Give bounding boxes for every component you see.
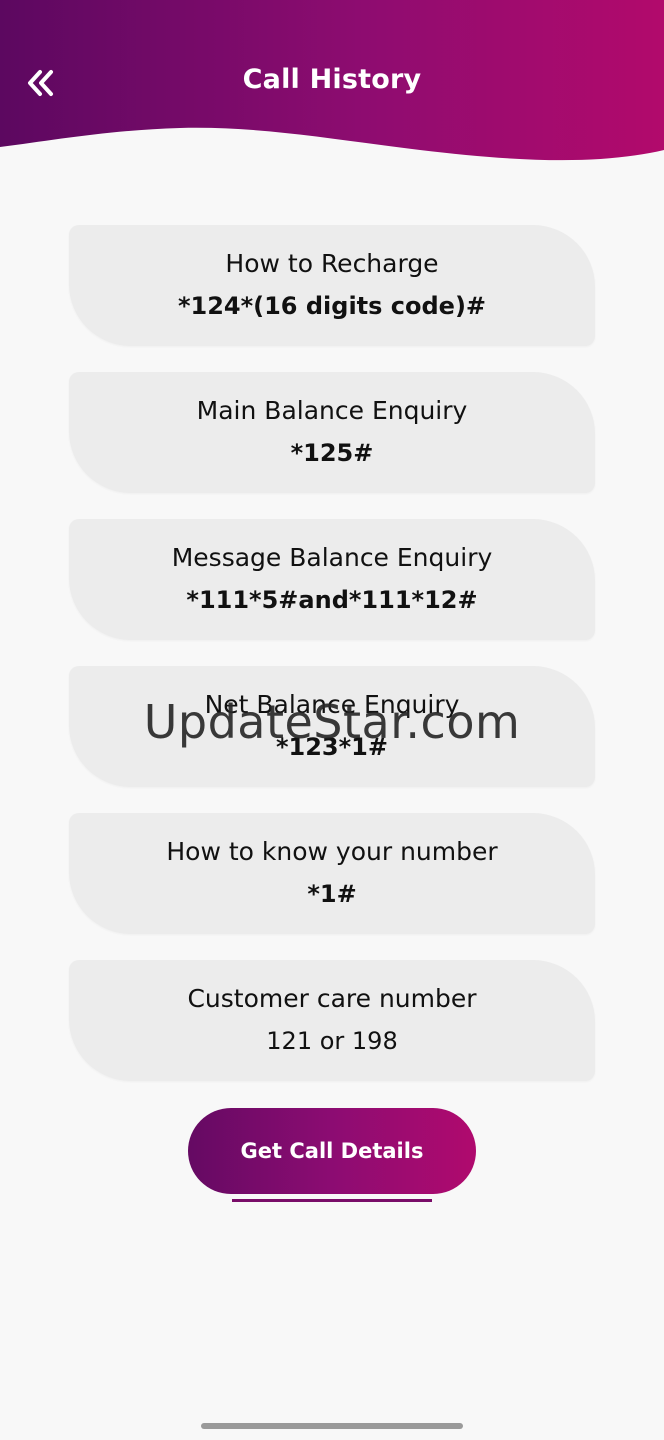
card-code: *124*(16 digits code)# (177, 292, 487, 320)
card-code: *125# (290, 439, 374, 467)
get-call-details-button[interactable]: Get Call Details (188, 1108, 476, 1194)
card-code: *1# (307, 880, 357, 908)
card-main-balance-enquiry[interactable]: Main Balance Enquiry *125# (69, 372, 595, 493)
card-customer-care[interactable]: Customer care number 121 or 198 (69, 960, 595, 1081)
card-how-to-recharge[interactable]: How to Recharge *124*(16 digits code)# (69, 225, 595, 346)
card-title: How to Recharge (225, 249, 439, 278)
card-message-balance-enquiry[interactable]: Message Balance Enquiry *111*5#and*111*1… (69, 519, 595, 640)
home-indicator[interactable] (201, 1423, 463, 1429)
page-title: Call History (242, 64, 422, 95)
card-know-your-number[interactable]: How to know your number *1# (69, 813, 595, 934)
button-underline (232, 1199, 432, 1202)
card-net-balance-enquiry[interactable]: Net Balance Enquiry *123*1# (69, 666, 595, 787)
app-header: Call History (0, 0, 664, 175)
card-title: Message Balance Enquiry (171, 543, 493, 572)
card-code: 121 or 198 (266, 1027, 398, 1055)
card-title: Customer care number (187, 984, 477, 1013)
card-code: *111*5#and*111*12# (186, 586, 478, 614)
screen: Call History How to Recharge *124*(16 di… (0, 0, 664, 1440)
card-title: Net Balance Enquiry (204, 690, 460, 719)
card-title: How to know your number (166, 837, 498, 866)
card-title: Main Balance Enquiry (196, 396, 468, 425)
card-code: *123*1# (275, 733, 388, 761)
